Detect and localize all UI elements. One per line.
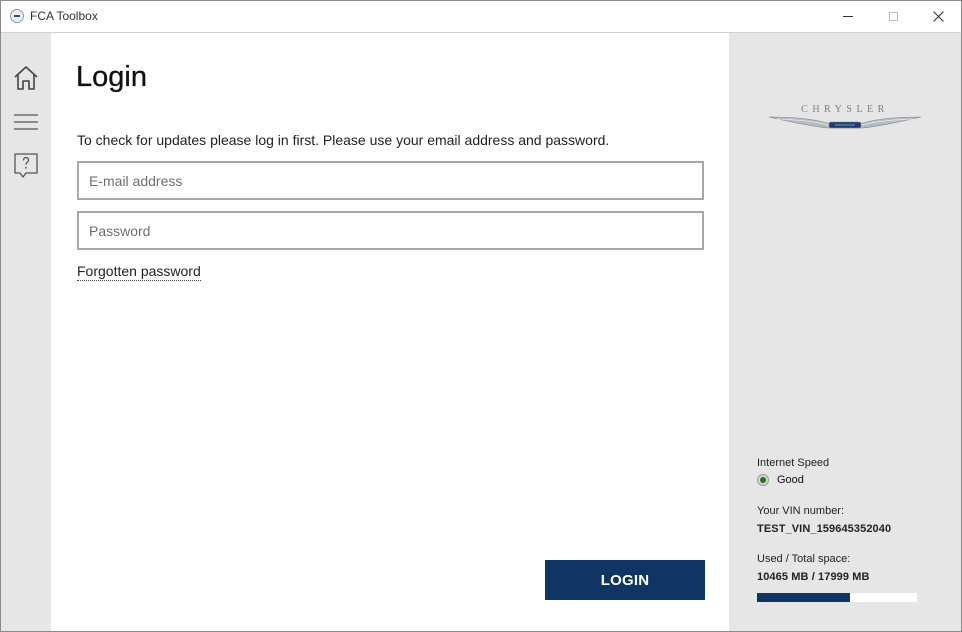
login-panel: Login To check for updates please log in… <box>51 33 729 631</box>
close-icon <box>932 11 944 22</box>
nav-help-button[interactable] <box>9 149 43 183</box>
nav-menu-button[interactable] <box>9 105 43 139</box>
minimize-button[interactable] <box>825 1 871 32</box>
internet-speed-value: Good <box>777 474 804 486</box>
svg-text:CHRYSLER: CHRYSLER <box>801 104 889 115</box>
nav-home-button[interactable] <box>9 61 43 95</box>
internet-speed-label: Internet Speed <box>757 457 830 469</box>
app-logo-icon <box>10 9 24 23</box>
internet-speed-status: Good <box>757 474 804 486</box>
space-label: Used / Total space: <box>757 553 851 565</box>
space-value: 10465 MB / 17999 MB <box>757 571 870 583</box>
space-usage-fill <box>757 593 850 602</box>
maximize-icon <box>888 12 898 21</box>
space-usage-bar <box>757 593 917 602</box>
password-field[interactable] <box>77 211 704 250</box>
window-title: FCA Toolbox <box>30 9 98 23</box>
menu-icon <box>14 114 38 130</box>
forgotten-password-link[interactable]: Forgotten password <box>77 263 201 281</box>
title-bar[interactable]: FCA Toolbox <box>1 1 961 33</box>
login-button[interactable]: LOGIN <box>545 560 705 600</box>
app-window: FCA Toolbox Login To check for updates p… <box>0 0 962 632</box>
close-button[interactable] <box>915 1 961 32</box>
login-instructions: To check for updates please log in first… <box>77 132 610 148</box>
left-nav <box>1 33 51 631</box>
page-title: Login <box>76 61 147 93</box>
status-panel: CHRYSLER Internet Speed Good Your VIN nu… <box>729 33 961 631</box>
minimize-icon <box>843 16 853 17</box>
email-field[interactable] <box>77 161 704 200</box>
help-icon <box>14 153 38 178</box>
vin-value: TEST_VIN_159645352040 <box>757 523 892 535</box>
vin-label: Your VIN number: <box>757 505 845 517</box>
chrysler-logo: CHRYSLER <box>768 104 922 129</box>
home-icon <box>14 66 38 90</box>
status-indicator-icon <box>757 474 769 486</box>
maximize-button[interactable] <box>870 1 916 32</box>
